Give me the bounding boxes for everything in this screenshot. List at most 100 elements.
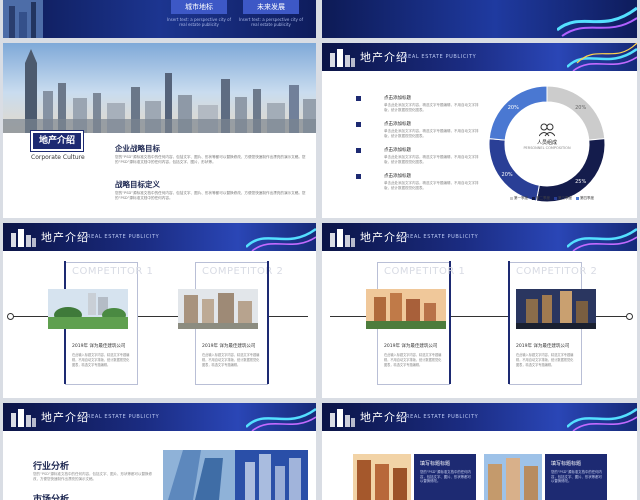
building-icon [330, 409, 355, 427]
intro-tag: 地产介绍 [30, 130, 84, 152]
info-box-1: 填写标题标题 您的“PSD”源标准文档中的任何内容，包括文字、图片、形状等都可以… [414, 454, 476, 500]
slide-city-landmark[interactable]: 城市地标 未来发展 Insert text: a perspective cit… [3, 0, 316, 38]
competitor-heading: 2019年 详为最佳建筑公司 [202, 344, 256, 349]
competitor-card-1[interactable]: COMPETITOR 1 2019年 详为最佳建筑公司 在此输入标题文字内容，精… [48, 261, 153, 385]
header-title: 地产介绍 [360, 231, 408, 244]
people-icon [539, 123, 555, 137]
legend-swatch [510, 197, 513, 200]
info-box-title: 填写标题标题 [420, 461, 451, 467]
building-icon [330, 49, 355, 67]
legend-swatch [532, 197, 535, 200]
bullet-title: 点击添加标题 [384, 174, 411, 179]
slide-header: 地产介绍 REAL ESTATE PUBLICITY [3, 403, 316, 431]
bullet-text: 单击此处添加文字内容，精选文字专题编辑，不用自动文字排版，统计数据视觉化图表。 [384, 181, 479, 190]
bullet-text: 单击此处添加文字内容，精选文字专题编辑，不用自动文字排版，统计数据视觉化图表。 [384, 129, 479, 138]
bullet-marker [356, 122, 361, 127]
residential-photo [366, 289, 446, 329]
bullet-text: 单击此处添加文字内容，精选文字专题编辑，不用自动文字排版，统计数据视觉化图表。 [384, 155, 479, 164]
future-development-button[interactable]: 未来发展 [243, 0, 299, 14]
city-landmark-button[interactable]: 城市地标 [171, 0, 227, 14]
strategy-definition-text: 您的“PSD”源标准文档中的任何内容，包括文字、图片、形状等都可以替换修改，方便… [115, 191, 306, 200]
legend-label: 第四季度 [580, 196, 594, 200]
slide-header: 地产介绍 REAL ESTATE PUBLICITY [3, 223, 316, 251]
glass-towers-photo [163, 450, 308, 500]
header-subtitle: REAL ESTATE PUBLICITY [87, 234, 160, 240]
card-accent [267, 261, 269, 384]
card-accent [449, 261, 451, 384]
swirl-decoration [567, 227, 637, 251]
slide-personnel-chart[interactable]: 地产介绍 REAL ESTATE PUBLICITY 点击添加标题 单击此处添加… [322, 43, 637, 218]
competitor-title: COMPETITOR 2 [516, 266, 598, 277]
bullet-text: 单击此处添加文字内容，精选文字专题编辑，不用自动文字排版，统计数据视觉化图表。 [384, 103, 479, 112]
city-thumbnail [3, 0, 43, 38]
donut-center-subtitle: PERSONNEL COMPOSITION [523, 146, 571, 150]
info-box-title: 填写标题标题 [551, 461, 582, 467]
competitor-card-2[interactable]: COMPETITOR 2 2019年 详为最佳建筑公司 在此输入标题文字内容，精… [508, 261, 597, 385]
donut-label-2: 25% [575, 179, 586, 185]
strategy-goal-text: 您的“PSD”源标准文档中的任何内容，包括文字、图片、形状等都可以替换修改，方便… [115, 155, 306, 164]
night-building-photo [516, 289, 596, 329]
header-title: 地产介绍 [360, 51, 408, 64]
competitor-title: COMPETITOR 2 [202, 266, 284, 277]
legend-item: 第四季度 [576, 196, 594, 201]
chart-legend: 第一季度 第二季度 第三季度 第四季度 [510, 196, 620, 201]
slide-header-banner[interactable] [322, 0, 637, 38]
legend-label: 第一季度 [514, 196, 528, 200]
header-subtitle: REAL ESTATE PUBLICITY [404, 54, 477, 60]
apartment-photo [178, 289, 258, 329]
competitor-heading: 2019年 详为最佳建筑公司 [72, 344, 126, 349]
bullet-title: 点击添加标题 [384, 122, 411, 127]
info-box-text: 您的“PSD”源标准文档中的任何内容，包括文字、图片、形状等都可以替换修改。 [420, 470, 471, 484]
competitor-text: 在此输入标题文字内容，精选文字专题编辑，不用自动文字排版，统计数据视觉化图表，精… [72, 353, 130, 367]
competitor-heading: 2019年 详为最佳建筑公司 [516, 344, 570, 349]
landmark-caption: Insert text: a perspective city of real … [166, 17, 232, 27]
bullet-marker [356, 174, 361, 179]
swirl-decoration [246, 407, 316, 431]
donut-label-1: 20% [575, 105, 586, 111]
tower-photo-2 [484, 454, 542, 500]
park-building-photo [48, 289, 128, 329]
info-box-text: 您的“PSD”源标准文档中的任何内容，包括文字、图片、形状等都可以替换修改。 [551, 470, 602, 484]
card-accent [508, 261, 510, 384]
bullet-title: 点击添加标题 [384, 96, 411, 101]
slide-company-intro[interactable]: 地产介绍 Corporate Culture 企业战略目标 您的“PSD”源标准… [3, 43, 316, 218]
strategy-goal-title: 企业战略目标 [115, 144, 160, 153]
donut-label-4: 20% [508, 105, 519, 111]
slide-building-boxes[interactable]: 地产介绍 REAL ESTATE PUBLICITY 填写标题标题 您的“PSD… [322, 403, 637, 500]
legend-swatch [576, 197, 579, 200]
tower-photo-1 [353, 454, 411, 500]
market-analysis-title: 市场分析 [33, 495, 70, 500]
legend-swatch [554, 197, 557, 200]
swirl-decoration [567, 407, 637, 431]
competitor-card-1[interactable]: COMPETITOR 1 2019年 详为最佳建筑公司 在此输入标题文字内容，精… [366, 261, 465, 385]
slide-competitors-left[interactable]: 地产介绍 REAL ESTATE PUBLICITY COMPETITOR 1 … [3, 223, 316, 398]
competitor-title: COMPETITOR 1 [384, 266, 466, 277]
bullet-marker [356, 96, 361, 101]
header-subtitle: REAL ESTATE PUBLICITY [406, 234, 479, 240]
header-title: 地产介绍 [360, 411, 408, 424]
legend-label: 第二季度 [536, 196, 550, 200]
strategy-definition-title: 战略目标定义 [115, 180, 160, 189]
timeline-dot [7, 313, 14, 320]
swirl-decoration [567, 43, 637, 71]
slide-header: 地产介绍 REAL ESTATE PUBLICITY [322, 43, 637, 71]
bullet-title: 点击添加标题 [384, 148, 411, 153]
bullet-marker [356, 148, 361, 153]
competitor-title: COMPETITOR 1 [72, 266, 154, 277]
building-icon [11, 409, 36, 427]
competitor-text: 在此输入标题文字内容，精选文字专题编辑，不用自动文字排版，统计数据视觉化图表，精… [384, 353, 442, 367]
city-skyline-photo [3, 43, 316, 133]
swirl-decoration [246, 227, 316, 251]
swirl-decoration [557, 6, 637, 37]
header-title: 地产介绍 [41, 231, 89, 244]
slide-industry-analysis[interactable]: 地产介绍 REAL ESTATE PUBLICITY 行业分析 您的“PSD”源… [3, 403, 316, 500]
info-box-2: 填写标题标题 您的“PSD”源标准文档中的任何内容，包括文字、图片、形状等都可以… [545, 454, 607, 500]
header-subtitle: REAL ESTATE PUBLICITY [87, 414, 160, 420]
competitor-card-2[interactable]: COMPETITOR 2 2019年 详为最佳建筑公司 在此输入标题文字内容，精… [178, 261, 283, 385]
slide-header: 地产介绍 REAL ESTATE PUBLICITY [322, 403, 637, 431]
legend-item: 第二季度 [532, 196, 550, 201]
slide-competitors-right[interactable]: 地产介绍 REAL ESTATE PUBLICITY COMPETITOR 1 … [322, 223, 637, 398]
timeline-dot [626, 313, 633, 320]
slide-header: 地产介绍 REAL ESTATE PUBLICITY [322, 223, 637, 251]
building-icon [330, 229, 355, 247]
